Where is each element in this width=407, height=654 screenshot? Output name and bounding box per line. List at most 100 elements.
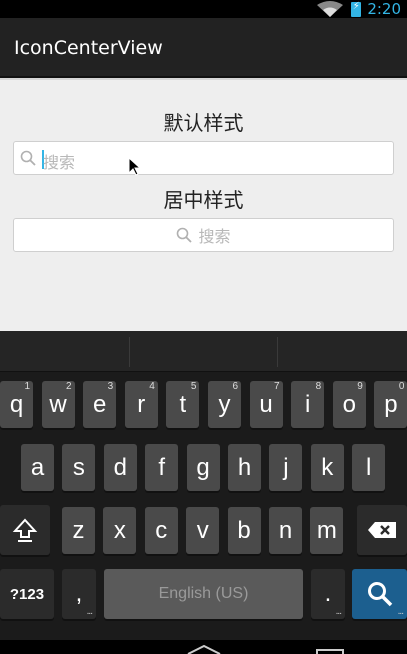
key-label: u bbox=[259, 390, 273, 418]
centered-search-input[interactable]: 搜索 bbox=[13, 218, 394, 252]
key-number-hint: 6 bbox=[232, 381, 238, 392]
key-l[interactable]: l bbox=[352, 444, 386, 491]
key-label: p bbox=[384, 390, 398, 418]
default-search-placeholder: 搜索 bbox=[43, 153, 76, 172]
app-title: IconCenterView bbox=[14, 37, 163, 59]
more-keys-indicator: ... bbox=[86, 606, 93, 617]
key-y[interactable]: y6 bbox=[208, 381, 241, 428]
search-icon bbox=[20, 150, 36, 166]
key-label: c bbox=[155, 516, 168, 544]
default-search-input[interactable]: 搜索 bbox=[13, 141, 394, 175]
key-w[interactable]: w2 bbox=[41, 381, 75, 428]
key-r[interactable]: r4 bbox=[124, 381, 158, 428]
key-s[interactable]: s bbox=[62, 444, 96, 491]
key-number-hint: 4 bbox=[149, 381, 155, 392]
key-label: i bbox=[305, 390, 311, 418]
key-label: x bbox=[113, 516, 126, 544]
recents-nav-icon bbox=[316, 649, 344, 654]
key-label: b bbox=[237, 516, 251, 544]
suggestion-divider bbox=[129, 337, 130, 367]
key-a[interactable]: a bbox=[21, 444, 54, 491]
key-label: t bbox=[179, 390, 187, 418]
period-label: . bbox=[324, 580, 332, 607]
symbols-key[interactable]: ?123 bbox=[0, 569, 54, 619]
key-label: a bbox=[30, 453, 45, 481]
key-label: q bbox=[9, 390, 24, 418]
key-d[interactable]: d bbox=[103, 444, 137, 491]
backspace-key[interactable] bbox=[357, 505, 407, 555]
key-m[interactable]: m bbox=[310, 507, 344, 554]
key-label: l bbox=[366, 453, 372, 481]
key-number-hint: 3 bbox=[107, 381, 114, 392]
key-label: k bbox=[321, 453, 334, 481]
key-label: w bbox=[49, 390, 67, 418]
status-bar: 2:20 bbox=[0, 0, 407, 18]
key-number-hint: 5 bbox=[190, 381, 197, 392]
key-label: m bbox=[316, 516, 337, 544]
period-key[interactable]: . ... bbox=[311, 569, 345, 619]
key-t[interactable]: t5 bbox=[166, 381, 200, 428]
key-label: v bbox=[196, 516, 209, 544]
key-e[interactable]: e3 bbox=[83, 381, 117, 428]
key-v[interactable]: v bbox=[186, 507, 220, 554]
key-o[interactable]: o9 bbox=[332, 381, 366, 428]
backspace-icon bbox=[368, 522, 396, 538]
key-p[interactable]: p0 bbox=[374, 381, 407, 428]
key-q[interactable]: q1 bbox=[0, 381, 33, 428]
shift-key[interactable] bbox=[0, 505, 50, 555]
comma-key[interactable]: , ... bbox=[62, 569, 96, 619]
key-label: e bbox=[93, 390, 107, 418]
key-b[interactable]: b bbox=[227, 507, 261, 554]
more-keys-indicator: ... bbox=[397, 606, 404, 617]
navigation-bar bbox=[0, 640, 407, 654]
key-n[interactable]: n bbox=[269, 507, 302, 554]
more-keys-indicator: ... bbox=[335, 606, 342, 617]
key-label: f bbox=[158, 453, 166, 481]
key-f[interactable]: f bbox=[145, 444, 179, 491]
key-number-hint: 2 bbox=[66, 381, 72, 392]
key-label: n bbox=[278, 516, 293, 544]
search-action-key[interactable]: ... bbox=[352, 569, 407, 619]
key-i[interactable]: i8 bbox=[291, 381, 325, 428]
status-icons: 2:20 bbox=[315, 0, 401, 18]
home-nav-icon bbox=[187, 644, 221, 654]
key-c[interactable]: c bbox=[144, 507, 178, 554]
status-clock: 2:20 bbox=[367, 0, 401, 18]
key-j[interactable]: j bbox=[269, 444, 303, 491]
wifi-icon bbox=[317, 1, 344, 17]
battery-charging-icon bbox=[351, 1, 362, 17]
soft-keyboard: q1w2e3r4t5y6u7i8o9p0 asdfghjkl zxcvbnm ?… bbox=[0, 331, 407, 654]
comma-label: , bbox=[75, 580, 83, 607]
key-z[interactable]: z bbox=[62, 507, 95, 554]
default-style-title: 默认样式 bbox=[163, 111, 244, 135]
key-u[interactable]: u7 bbox=[249, 381, 283, 428]
key-label: o bbox=[342, 390, 356, 418]
key-x[interactable]: x bbox=[103, 507, 137, 554]
key-number-hint: 8 bbox=[315, 381, 322, 392]
key-number-hint: 1 bbox=[24, 381, 30, 392]
key-k[interactable]: k bbox=[310, 444, 344, 491]
key-label: h bbox=[237, 453, 252, 481]
main-content: 默认样式 搜索 居中样式 搜索 bbox=[0, 78, 407, 331]
search-icon bbox=[176, 227, 193, 243]
key-number-hint: 0 bbox=[398, 381, 405, 392]
key-number-hint: 9 bbox=[357, 381, 363, 392]
key-label: r bbox=[137, 390, 146, 418]
key-label: s bbox=[72, 453, 85, 481]
key-label: j bbox=[283, 453, 289, 481]
key-label: z bbox=[72, 516, 85, 544]
key-g[interactable]: g bbox=[186, 444, 220, 491]
key-label: g bbox=[196, 453, 210, 481]
suggestion-divider bbox=[277, 337, 278, 367]
key-h[interactable]: h bbox=[228, 444, 261, 491]
action-bar: IconCenterView bbox=[0, 18, 407, 78]
space-key[interactable]: English (US) bbox=[104, 569, 303, 619]
key-number-hint: 7 bbox=[274, 381, 280, 392]
mouse-pointer-icon bbox=[128, 157, 142, 176]
suggestion-strip bbox=[0, 331, 407, 372]
key-label: y bbox=[218, 390, 231, 418]
search-icon bbox=[367, 582, 392, 607]
centered-style-title: 居中样式 bbox=[163, 188, 244, 212]
centered-search-placeholder: 搜索 bbox=[198, 227, 231, 246]
shift-icon bbox=[12, 518, 38, 542]
